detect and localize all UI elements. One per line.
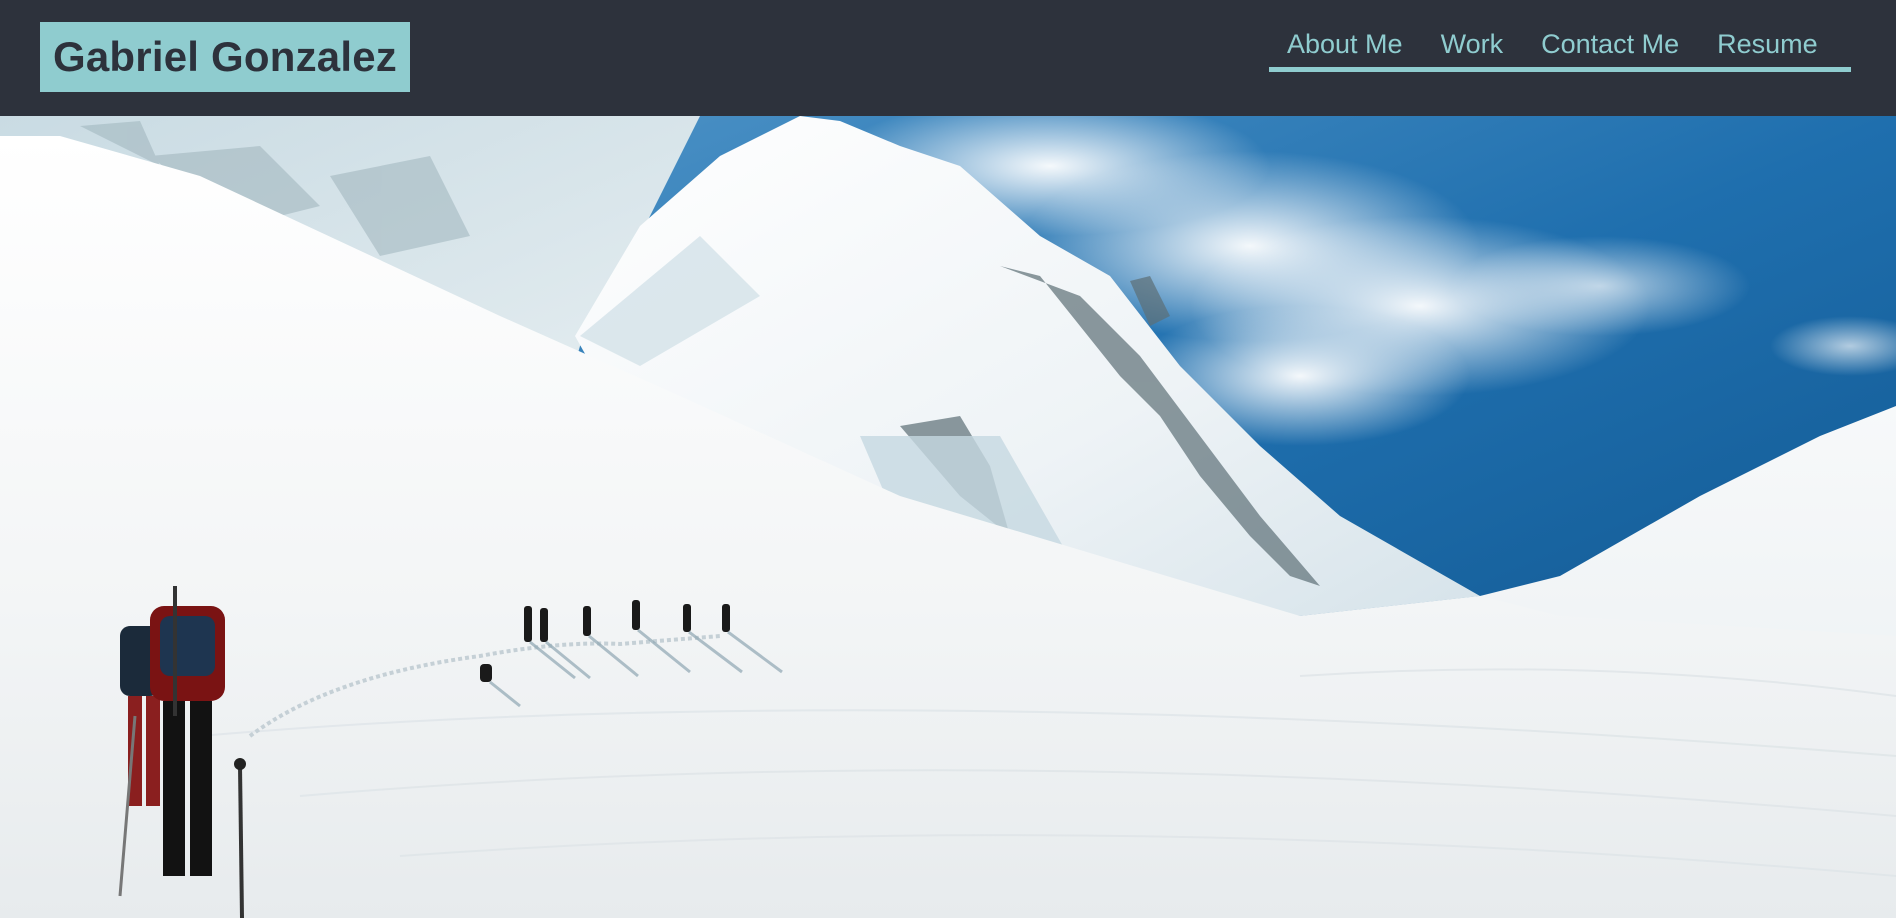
brand-logo[interactable]: Gabriel Gonzalez: [40, 22, 410, 92]
hero-photo: [0, 116, 1896, 918]
site-header: Gabriel Gonzalez About Me Work Contact M…: [0, 0, 1896, 116]
nav-item-resume[interactable]: Resume: [1717, 26, 1818, 67]
hero-image: [0, 116, 1896, 918]
nav-item-work[interactable]: Work: [1441, 26, 1504, 67]
nav-item-about-me[interactable]: About Me: [1287, 26, 1403, 67]
nav-item-contact-me[interactable]: Contact Me: [1541, 26, 1679, 67]
brand-name: Gabriel Gonzalez: [53, 33, 397, 80]
main-nav: About Me Work Contact Me Resume: [1269, 26, 1851, 72]
